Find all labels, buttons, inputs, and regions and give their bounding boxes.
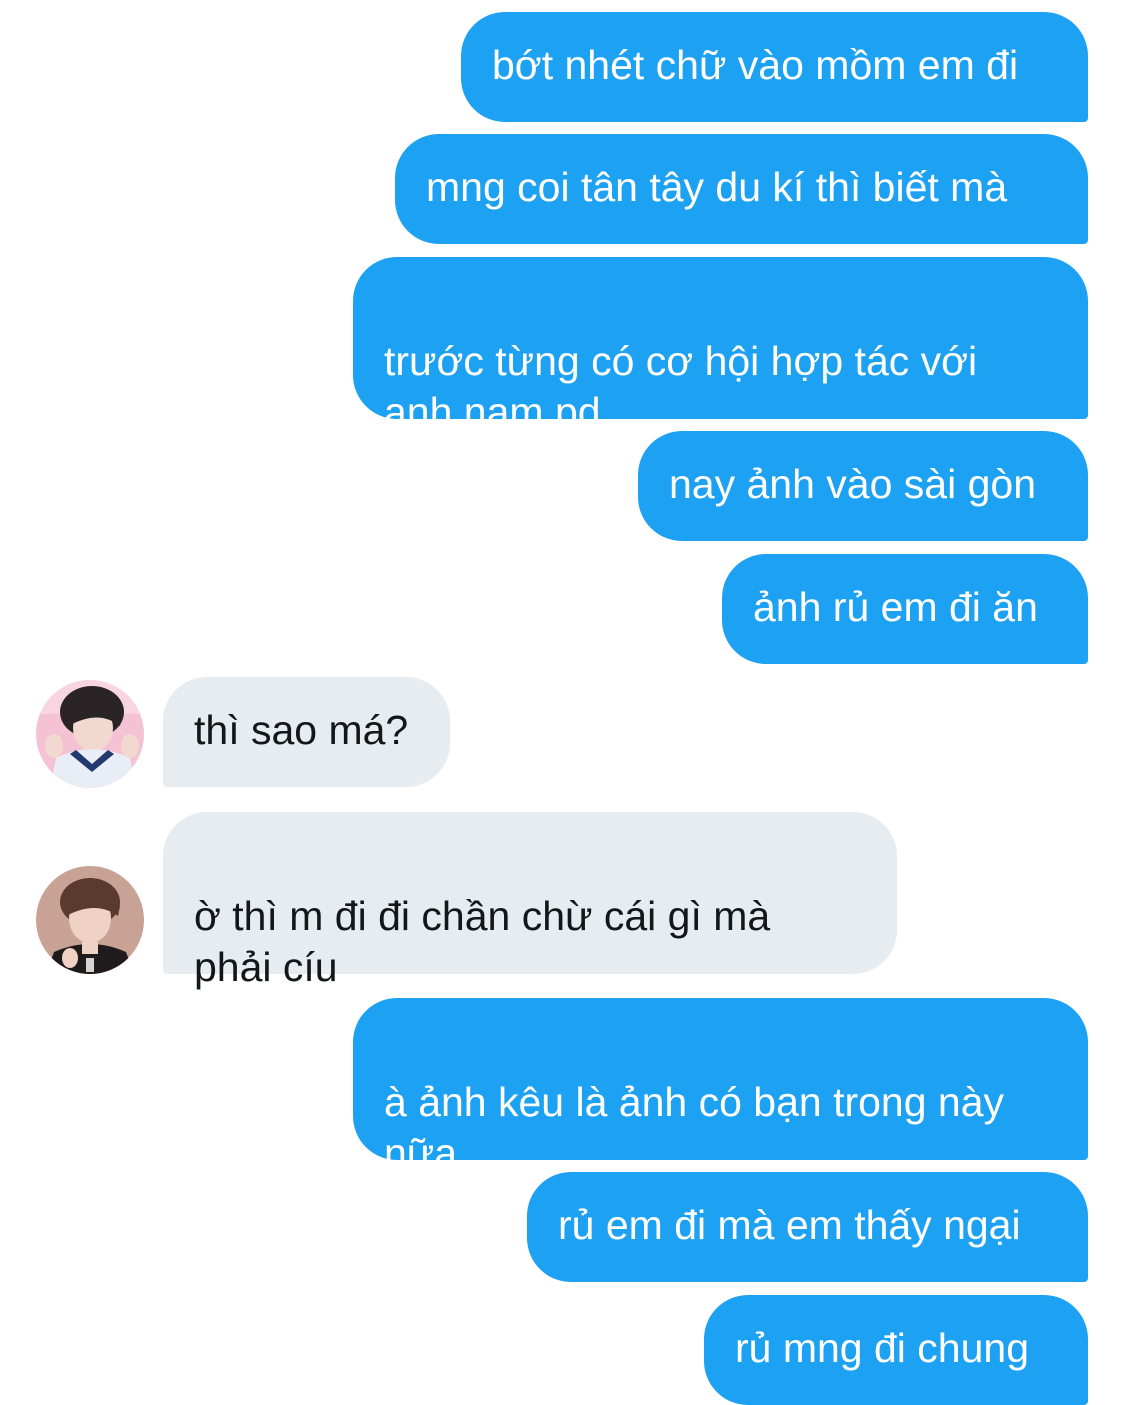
message-text: bớt nhét chữ vào mồm em đi: [492, 42, 1019, 88]
message-bubble-outgoing[interactable]: mng coi tân tây du kí thì biết mà: [395, 134, 1088, 244]
message-text: mng coi tân tây du kí thì biết mà: [426, 164, 1008, 210]
message-text: thì sao má?: [194, 707, 409, 753]
message-bubble-incoming[interactable]: ờ thì m đi đi chần chừ cái gì mà phải cí…: [163, 812, 897, 990]
message-bubble-incoming[interactable]: thì sao má?: [163, 677, 450, 787]
avatar-image-1: [36, 680, 144, 788]
user-avatar-2[interactable]: [36, 866, 144, 974]
message-text: rủ em đi mà em thấy ngại: [558, 1202, 1021, 1248]
message-bubble-outgoing[interactable]: nay ảnh vào sài gòn: [638, 431, 1088, 541]
message-bubble-outgoing[interactable]: bớt nhét chữ vào mồm em đi: [461, 12, 1088, 122]
message-bubble-outgoing[interactable]: trước từng có cơ hội hợp tác với anh nam…: [353, 257, 1088, 435]
message-text: nay ảnh vào sài gòn: [669, 461, 1036, 507]
message-bubble-outgoing[interactable]: à ảnh kêu là ảnh có bạn trong này nữa: [353, 998, 1088, 1176]
user-avatar-1[interactable]: [36, 680, 144, 788]
message-text: rủ mng đi chung: [735, 1325, 1030, 1371]
message-text: à ảnh kêu là ảnh có bạn trong này nữa: [384, 1079, 1005, 1176]
message-text: ờ thì m đi đi chần chừ cái gì mà phải cí…: [194, 893, 771, 990]
avatar-image-2: [36, 866, 144, 974]
message-bubble-outgoing[interactable]: rủ mng đi chung: [704, 1295, 1088, 1405]
message-text: ảnh rủ em đi ăn: [753, 584, 1038, 630]
message-text: trước từng có cơ hội hợp tác với anh nam…: [384, 338, 978, 435]
message-thread: bớt nhét chữ vào mồm em đi mng coi tân t…: [0, 0, 1125, 1405]
message-bubble-outgoing[interactable]: ảnh rủ em đi ăn: [722, 554, 1088, 664]
message-bubble-outgoing[interactable]: rủ em đi mà em thấy ngại: [527, 1172, 1088, 1282]
